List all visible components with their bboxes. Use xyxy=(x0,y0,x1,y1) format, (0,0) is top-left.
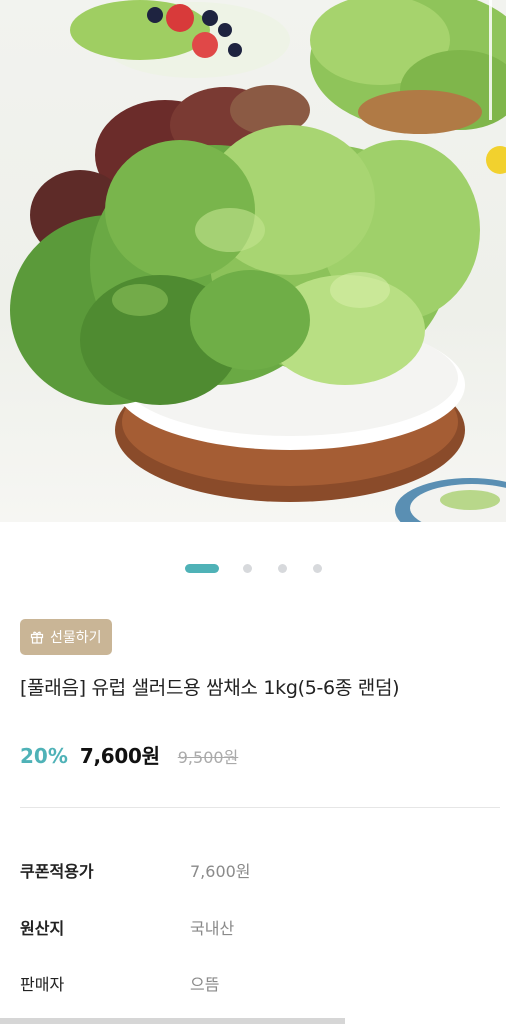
carousel-dot-1[interactable] xyxy=(184,564,219,573)
sale-price: 7,600원 xyxy=(79,744,160,768)
gift-button[interactable]: 선물하기 xyxy=(20,619,112,655)
product-photo xyxy=(10,0,506,522)
info-row-seller: 판매자 으뜸 xyxy=(20,971,500,995)
price-row: 20% 7,600원 9,500원 xyxy=(20,740,238,769)
carousel-dot-3[interactable] xyxy=(277,564,287,573)
info-value: 으뜸 xyxy=(190,975,220,994)
info-row-coupon-price: 쿠폰적용가 7,600원 xyxy=(20,858,500,882)
gift-button-label: 선물하기 xyxy=(50,630,102,646)
original-price: 9,500원 xyxy=(177,748,239,767)
product-detail-page: 선물하기 [풀래음] 유럽 샐러드용 쌈채소 1kg(5-6종 랜덤) 20% … xyxy=(0,0,506,1024)
info-label: 판매자 xyxy=(20,975,65,994)
carousel-indicators xyxy=(0,564,506,573)
divider xyxy=(20,807,500,808)
info-label: 원산지 xyxy=(20,919,65,938)
decorative-edge xyxy=(489,0,492,120)
info-value: 7,600원 xyxy=(190,862,251,881)
scroll-indicator xyxy=(0,1018,345,1024)
carousel-dot-2[interactable] xyxy=(242,564,252,573)
info-value: 국내산 xyxy=(190,919,235,938)
product-title: [풀래음] 유럽 샐러드용 쌈채소 1kg(5-6종 랜덤) xyxy=(20,677,400,699)
carousel-dot-4[interactable] xyxy=(312,564,322,573)
info-row-origin: 원산지 국내산 xyxy=(20,915,500,939)
discount-rate: 20% xyxy=(20,744,68,768)
gift-icon xyxy=(30,630,44,644)
info-label: 쿠폰적용가 xyxy=(20,862,94,881)
product-image-carousel[interactable] xyxy=(0,0,506,522)
